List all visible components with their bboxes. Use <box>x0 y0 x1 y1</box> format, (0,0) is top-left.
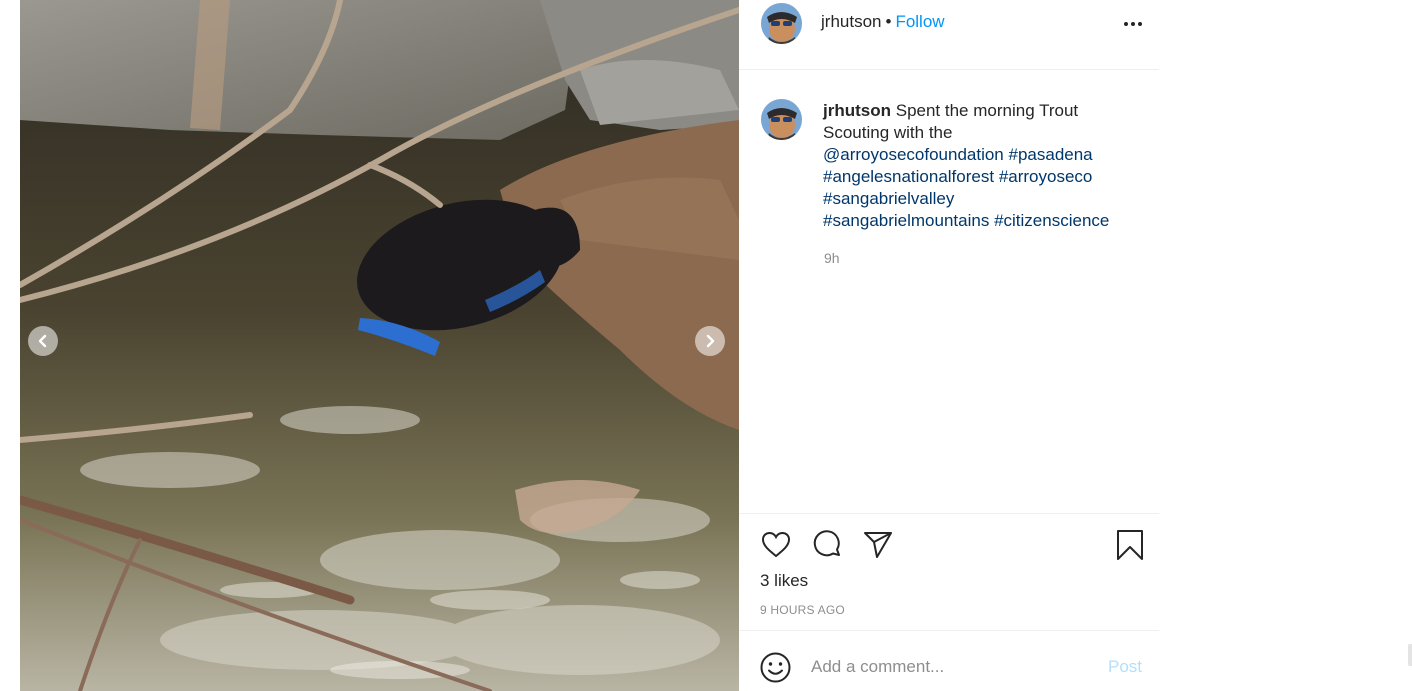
hashtag-link[interactable]: #angelesnationalforest <box>823 167 994 186</box>
post-photo[interactable] <box>20 0 739 691</box>
comment-bubble-icon[interactable] <box>810 528 844 562</box>
post-comment-button[interactable]: Post <box>1108 657 1142 677</box>
header-user-line: jrhutson • Follow <box>821 12 945 32</box>
instagram-post-view: jrhutson•Follow jrhutson Spent the mor <box>0 0 1412 691</box>
username-link[interactable]: jrhutson <box>821 12 881 31</box>
mention-link[interactable]: @arroyosecofoundation <box>823 145 1004 164</box>
post-caption: jrhutson Spent the morning Trout Scoutin… <box>823 100 1133 232</box>
more-options-icon[interactable] <box>1122 14 1144 34</box>
heart-icon[interactable] <box>759 528 793 562</box>
comment-input[interactable] <box>811 653 1101 681</box>
caption-timestamp[interactable]: 9h <box>824 250 840 266</box>
avatar-image <box>761 3 802 44</box>
avatar[interactable] <box>761 99 802 140</box>
separator-dot: • <box>885 12 892 31</box>
hashtag-link[interactable]: #arroyoseco <box>999 167 1093 186</box>
post-actions: 3 likes 9 HOURS AGO <box>739 513 1159 631</box>
comment-bar: Post <box>739 630 1159 691</box>
post-side-panel: jrhutson•Follow jrhutson Spent the mor <box>739 0 1159 691</box>
post-header: jrhutson • Follow <box>739 0 1159 70</box>
bookmark-icon[interactable] <box>1113 528 1147 562</box>
hashtag-link[interactable]: #pasadena <box>1009 145 1093 164</box>
hashtag-link[interactable]: #sangabrielvalley <box>823 189 954 208</box>
page-edge-handle <box>1408 644 1412 666</box>
paper-plane-icon[interactable] <box>861 528 895 562</box>
hashtag-link[interactable]: #citizenscience <box>994 211 1109 230</box>
avatar-image <box>761 99 802 140</box>
avatar[interactable] <box>761 3 802 44</box>
likes-count[interactable]: 3 likes <box>760 571 808 591</box>
hashtag-link[interactable]: #sangabrielmountains <box>823 211 989 230</box>
post-time-ago: 9 HOURS AGO <box>760 603 845 617</box>
carousel-prev-button[interactable] <box>28 326 58 356</box>
post-image-scene <box>20 0 739 691</box>
chevron-left-icon <box>38 334 47 348</box>
chevron-right-icon <box>706 334 715 348</box>
carousel-next-button[interactable] <box>695 326 725 356</box>
follow-button[interactable]: Follow <box>895 12 944 31</box>
caption-username[interactable]: jrhutson <box>823 101 891 120</box>
emoji-smile-icon[interactable] <box>759 651 792 684</box>
